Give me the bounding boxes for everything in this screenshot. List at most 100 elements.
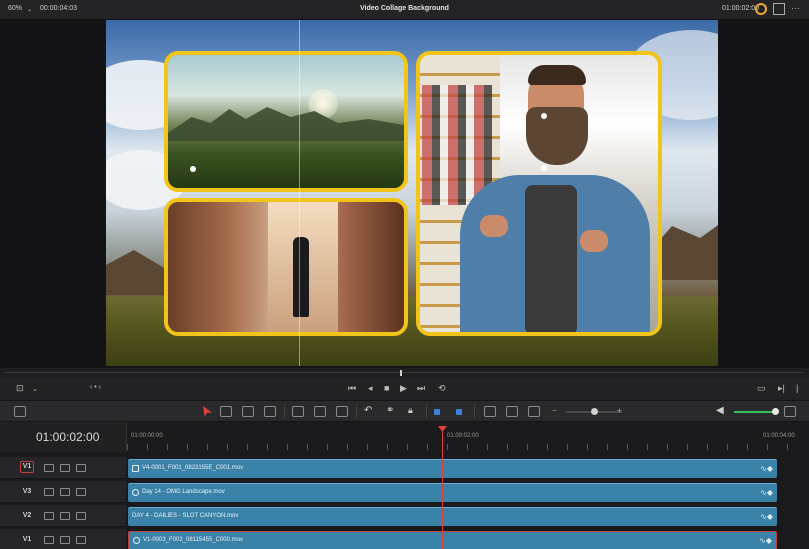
video-frame[interactable]: [106, 20, 718, 366]
lock-icon[interactable]: 🔒︎: [408, 405, 413, 416]
lock-icon[interactable]: [44, 536, 54, 544]
ruler-tick: [307, 444, 308, 450]
track-visibility-icon[interactable]: [76, 536, 86, 544]
scrubber-playhead[interactable]: [400, 370, 402, 376]
chevron-down-icon[interactable]: ⌄: [27, 6, 32, 13]
snapping-icon[interactable]: ↶: [364, 405, 372, 416]
source-timecode: 00:00:04:03: [40, 5, 77, 12]
auto-select-icon[interactable]: [60, 536, 70, 544]
speaker-icon[interactable]: ◀︎: [716, 405, 724, 416]
full-zoom-icon[interactable]: [484, 406, 496, 417]
zoom-slider-handle[interactable]: [591, 408, 598, 415]
ruler-tick: [187, 444, 188, 450]
next-clip-icon[interactable]: ▸|: [778, 383, 785, 394]
auto-select-icon[interactable]: [60, 488, 70, 496]
viewer[interactable]: [0, 20, 809, 368]
ruler-tick: [487, 444, 488, 450]
ruler-tick: [267, 444, 268, 450]
ruler-tick: [327, 444, 328, 450]
track-header-v1-destination[interactable]: V1: [0, 457, 126, 479]
transform-handle[interactable]: [541, 165, 547, 171]
zoom-out-icon[interactable]: −: [552, 406, 557, 415]
audio-meter-icon[interactable]: [784, 406, 796, 417]
clip-v4[interactable]: V4-0001_F001_0823155E_C001.mov ∿◆: [128, 459, 777, 478]
ruler-tick: [227, 444, 228, 450]
presenter-tile[interactable]: [416, 51, 662, 336]
insert-clip-icon[interactable]: [292, 406, 304, 417]
clip-v1[interactable]: V1-0003_F002_08115455_C000.mov ∿◆: [128, 531, 777, 549]
ruler-tick: [587, 444, 588, 450]
trim-tool-icon[interactable]: [220, 406, 232, 417]
dual-viewer-icon[interactable]: [773, 3, 785, 15]
track-header-v1[interactable]: V1: [0, 529, 126, 549]
ruler-tick: [647, 444, 648, 450]
color-tools-icon[interactable]: [755, 3, 767, 15]
zoom-in-icon[interactable]: +: [617, 406, 622, 415]
edit-toolbar: ↶ ⚭ 🔒︎ − + ◀︎: [0, 400, 809, 422]
ruler-tick: [727, 444, 728, 450]
ruler-tick: [207, 444, 208, 450]
replace-clip-icon[interactable]: [336, 406, 348, 417]
flag-icon[interactable]: [434, 409, 440, 415]
mark-icon[interactable]: |: [796, 383, 798, 393]
project-title[interactable]: Video Collage Background: [360, 5, 449, 12]
timeline-options-icon[interactable]: [14, 406, 26, 417]
timeline-playhead[interactable]: [442, 427, 443, 549]
play-icon[interactable]: ▶: [400, 383, 407, 394]
transport-controls: ⊡ ⌄ ‹ • › ⏮ ◂ ■ ▶ ⏭ ⟲ ▭ ▸| |: [0, 378, 809, 400]
transform-guide: [299, 20, 300, 366]
viewer-mode-icon[interactable]: ⊡: [16, 383, 24, 394]
clip-fx-icon[interactable]: ∿◆: [760, 488, 773, 497]
clip-v3[interactable]: Day 14 - OMG Landscape.mov ∿◆: [128, 483, 777, 502]
lock-icon[interactable]: [44, 488, 54, 496]
volume-slider-handle[interactable]: [772, 408, 779, 415]
more-options-icon[interactable]: ⋯: [791, 3, 803, 15]
loop-icon[interactable]: ⟲: [438, 383, 446, 394]
landscape-tile[interactable]: [164, 51, 408, 192]
lock-icon[interactable]: [44, 464, 54, 472]
track-visibility-icon[interactable]: [76, 464, 86, 472]
clip-type-icon: [132, 465, 139, 472]
chevron-down-icon[interactable]: ⌄: [32, 385, 38, 393]
selection-tool-icon[interactable]: [203, 406, 212, 417]
stop-icon[interactable]: ■: [384, 383, 389, 393]
ruler-tick: [347, 444, 348, 450]
blade-tool-icon[interactable]: [264, 406, 276, 417]
auto-select-icon[interactable]: [60, 464, 70, 472]
marker-icon[interactable]: [456, 409, 462, 415]
clip-fx-icon[interactable]: ∿◆: [760, 512, 773, 521]
ruler-tick: [747, 444, 748, 450]
prev-frame-icon[interactable]: ◂: [368, 383, 373, 394]
timeline-ruler[interactable]: 01:00:00:00 01:00:02:00 01:00:04:00: [126, 422, 809, 452]
transform-handle[interactable]: [541, 113, 547, 119]
transform-handle[interactable]: [190, 166, 196, 172]
dynamic-trim-icon[interactable]: [242, 406, 254, 417]
link-icon[interactable]: ⚭: [386, 405, 394, 416]
ruler-tick: [507, 444, 508, 450]
overwrite-clip-icon[interactable]: [314, 406, 326, 417]
clip-fx-icon[interactable]: ∿◆: [760, 464, 773, 473]
zoom-level[interactable]: 60%: [8, 5, 22, 12]
track-visibility-icon[interactable]: [76, 512, 86, 520]
clip-fx-icon[interactable]: ∿◆: [759, 536, 772, 545]
lock-icon[interactable]: [44, 512, 54, 520]
ruler-tick: [367, 444, 368, 450]
clip-v2[interactable]: DAY 4 - DAILIES - SLOT CANYON.mov ∿◆: [128, 507, 777, 526]
last-frame-icon[interactable]: ⏭: [417, 383, 425, 394]
track-name[interactable]: V1: [20, 461, 34, 473]
track-header-v3[interactable]: V3: [0, 481, 126, 503]
ruler-tick: [567, 444, 568, 450]
track-visibility-icon[interactable]: [76, 488, 86, 496]
ruler-label: 01:00:02:00: [447, 433, 479, 439]
first-frame-icon[interactable]: ⏮: [348, 383, 356, 394]
detail-zoom-icon[interactable]: [506, 406, 518, 417]
match-frame-icon[interactable]: ▭: [757, 383, 766, 394]
canyon-tile[interactable]: [164, 198, 408, 336]
track-header-v2[interactable]: V2: [0, 505, 126, 527]
link-icon: [133, 537, 140, 544]
jog-control-icon[interactable]: ‹ • ›: [90, 384, 101, 391]
auto-select-icon[interactable]: [60, 512, 70, 520]
track-name: V2: [22, 512, 32, 519]
custom-zoom-icon[interactable]: [528, 406, 540, 417]
viewer-scrubber[interactable]: [0, 368, 809, 378]
